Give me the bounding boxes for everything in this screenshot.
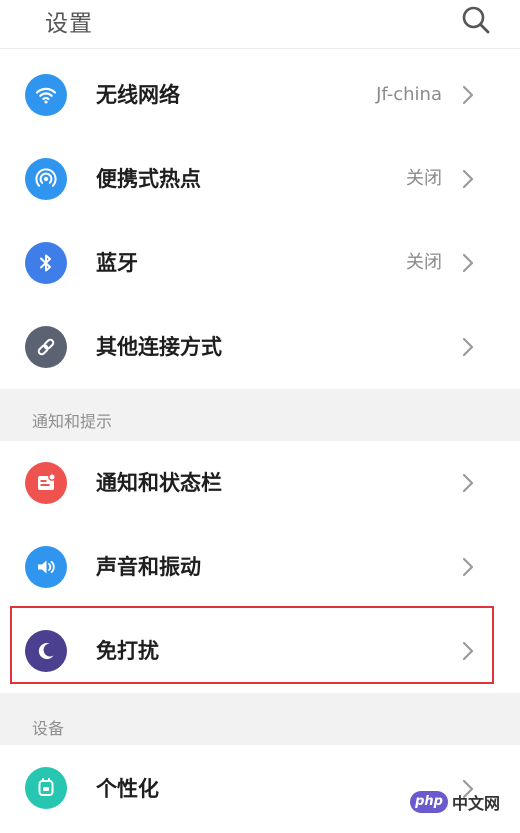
settings-item-label: 免打扰 (96, 639, 159, 663)
settings-item-bluetooth[interactable]: 蓝牙 关闭 (0, 221, 520, 305)
hotspot-icon (25, 158, 67, 200)
settings-item-label: 蓝牙 (96, 251, 138, 275)
settings-item-label: 无线网络 (96, 83, 180, 107)
section-title: 通知和提示 (32, 412, 113, 431)
settings-item-label: 其他连接方式 (96, 335, 222, 359)
settings-item-other-connections[interactable]: 其他连接方式 (0, 305, 520, 389)
notification-icon (25, 462, 67, 504)
wifi-icon (25, 74, 67, 116)
settings-item-label: 声音和振动 (96, 555, 201, 579)
chevron-right-icon (458, 167, 478, 191)
bluetooth-icon (25, 242, 67, 284)
settings-item-value: Jf-china (376, 84, 442, 105)
chevron-right-icon (458, 335, 478, 359)
page-title: 设置 (45, 11, 93, 37)
speaker-icon (25, 546, 67, 588)
search-icon[interactable] (460, 4, 492, 36)
settings-item-label: 个性化 (96, 777, 159, 801)
watermark-text: 中文网 (452, 794, 501, 813)
section-header-notifications: 通知和提示 (0, 389, 520, 441)
settings-item-label: 通知和状态栏 (96, 471, 222, 495)
settings-item-notifications[interactable]: 通知和状态栏 (0, 441, 520, 525)
chevron-right-icon (458, 639, 478, 663)
link-icon (25, 326, 67, 368)
settings-item-sound[interactable]: 声音和振动 (0, 525, 520, 609)
chevron-right-icon (458, 471, 478, 495)
moon-icon (25, 630, 67, 672)
settings-item-hotspot[interactable]: 便携式热点 关闭 (0, 137, 520, 221)
app-header: 设置 (0, 0, 520, 49)
chevron-right-icon (458, 555, 478, 579)
settings-item-label: 便携式热点 (96, 167, 201, 191)
personalize-icon (25, 767, 67, 809)
section-header-device: 设备 (0, 693, 520, 745)
settings-item-value: 关闭 (406, 252, 442, 273)
chevron-right-icon (458, 251, 478, 275)
watermark-badge: php (410, 791, 448, 813)
settings-item-value: 关闭 (406, 168, 442, 189)
settings-item-do-not-disturb[interactable]: 免打扰 (0, 609, 520, 693)
chevron-right-icon (458, 83, 478, 107)
section-title: 设备 (32, 719, 65, 738)
settings-item-wifi[interactable]: 无线网络 Jf-china (0, 53, 520, 137)
watermark-logo: php 中文网 (410, 790, 516, 814)
